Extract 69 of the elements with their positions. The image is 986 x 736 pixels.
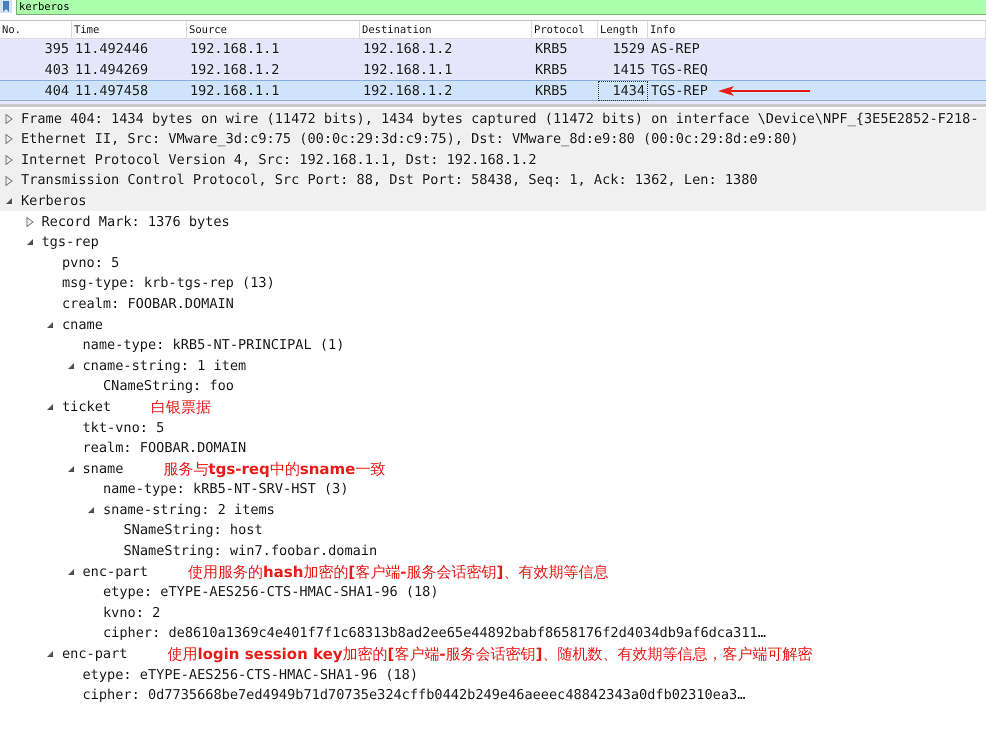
tree-item[interactable]: enc-part: [82, 562, 148, 582]
table-cell-text: 192.168.1.1: [189, 82, 280, 101]
annotation-text: 服务与tgs-req中的sname一致: [163, 458, 386, 480]
tree-item[interactable]: Record Mark: 1376 bytes: [42, 212, 230, 232]
tree-item[interactable]: realm: FOOBAR.DOMAIN: [82, 438, 246, 458]
bookmark-icon[interactable]: [0, 0, 12, 13]
table-cell-text: 1529: [611, 40, 646, 60]
table-cell-text: 192.168.1.2: [362, 40, 454, 60]
annotation-text: 使用login session key加密的[客户端-服务会话密钥]、随机数、有效期等信息，客户端可解密: [167, 644, 812, 665]
expand-icon[interactable]: [4, 134, 14, 144]
tree-item[interactable]: Kerberos: [21, 190, 86, 212]
table-cell: 1434: [598, 81, 648, 102]
tree-item[interactable]: name-type: kRB5-NT-SRV-HST (3): [103, 479, 349, 500]
tree-item[interactable]: cname: [62, 314, 103, 335]
packet-row[interactable]: 395 11.492446 192.168.1.1 192.168.1.2 KRB5 1529 AS-REP: [0, 39, 986, 60]
tree-item[interactable]: etype: eTYPE-AES256-CTS-HMAC-SHA1-96 (18): [82, 664, 418, 686]
table-cell-text: 192.168.1.2: [362, 82, 454, 101]
table-cell-text: 395: [44, 40, 70, 60]
expand-icon[interactable]: [4, 154, 14, 165]
table-cell-text: TGS-REQ: [650, 60, 709, 80]
collapse-icon[interactable]: [66, 566, 76, 577]
table-cell-text: KRB5: [534, 60, 569, 80]
table-cell-text: 403: [44, 60, 70, 80]
tree-item[interactable]: SNameString: host: [124, 520, 263, 541]
tree-item[interactable]: enc-part: [62, 644, 128, 664]
tree-item[interactable]: ticket: [62, 396, 112, 418]
table-cell-text: 192.168.1.2: [189, 60, 280, 80]
expand-icon[interactable]: [4, 176, 14, 186]
annotation-text: 白银票据: [151, 396, 212, 418]
tree-item[interactable]: sname: [82, 458, 124, 480]
table-cell-text: TGS-REP: [651, 82, 708, 101]
tree-item[interactable]: tkt-vno: 5: [82, 418, 164, 438]
tree-item[interactable]: etype: eTYPE-AES256-CTS-HMAC-SHA1-96 (18): [103, 582, 439, 603]
tree-item[interactable]: sname-string: 2 items: [103, 500, 275, 520]
annotation-text: 使用服务的hash加密的[客户端-服务会话密钥]、有效期等信息: [188, 562, 608, 583]
expand-icon[interactable]: [24, 216, 34, 227]
tree-item[interactable]: kvno: 2: [103, 602, 160, 624]
tree-item[interactable]: cipher: de8610a1369c4e401f7f1c68313b8ad2ee65e44892babf8658176f2d4034db9af6dca311…: [103, 623, 766, 644]
table-cell-text: 11.494269: [74, 60, 150, 80]
tree-item[interactable]: msg-type: krb-tgs-rep (13): [62, 273, 275, 294]
tree-item[interactable]: CNameString: foo: [103, 376, 234, 397]
table-cell-text: KRB5: [534, 82, 569, 101]
tree-item[interactable]: cname-string: 1 item: [82, 356, 246, 376]
table-cell-text: KRB5: [534, 40, 569, 60]
table-cell-text: 11.492446: [74, 40, 150, 60]
collapse-icon[interactable]: [66, 360, 76, 371]
tree-item[interactable]: tgs-rep: [42, 232, 99, 253]
collapse-icon[interactable]: [45, 320, 55, 330]
tree-item[interactable]: cipher: 0d7735668be7ed4949b71d70735e324cffb0442b249e46aeeec48842343a0dfb02310ea3…: [82, 685, 746, 706]
collapse-icon[interactable]: [45, 649, 55, 660]
tree-item[interactable]: name-type: kRB5-NT-PRINCIPAL (1): [82, 335, 344, 356]
table-cell-text: 404: [44, 82, 70, 101]
collapse-icon[interactable]: [45, 402, 55, 412]
packet-row[interactable]: 404 11.497458 192.168.1.1 192.168.1.2 KRB5 1434 TGS-REP: [0, 80, 986, 100]
table-cell-text: AS-REP: [650, 40, 701, 60]
collapse-icon[interactable]: [4, 196, 14, 206]
table-cell-text: 11.497458: [74, 82, 150, 101]
collapse-icon[interactable]: [24, 237, 34, 248]
packet-row[interactable]: 403 11.494269 192.168.1.2 192.168.1.1 KRB5 1415 TGS-REQ: [0, 60, 986, 80]
filter-field[interactable]: kerberos: [16, 0, 986, 15]
table-cell-text: 192.168.1.1: [189, 40, 280, 60]
tree-item[interactable]: SNameString: win7.foobar.domain: [124, 541, 378, 562]
collapse-icon[interactable]: [66, 464, 76, 474]
table-cell-text: 192.168.1.1: [362, 60, 454, 80]
expand-icon[interactable]: [4, 114, 14, 124]
table-cell-text: 1415: [611, 60, 646, 80]
tree-item[interactable]: crealm: FOOBAR.DOMAIN: [62, 294, 234, 314]
collapse-icon[interactable]: [86, 505, 96, 516]
tree-item[interactable]: pvno: 5: [62, 252, 120, 274]
